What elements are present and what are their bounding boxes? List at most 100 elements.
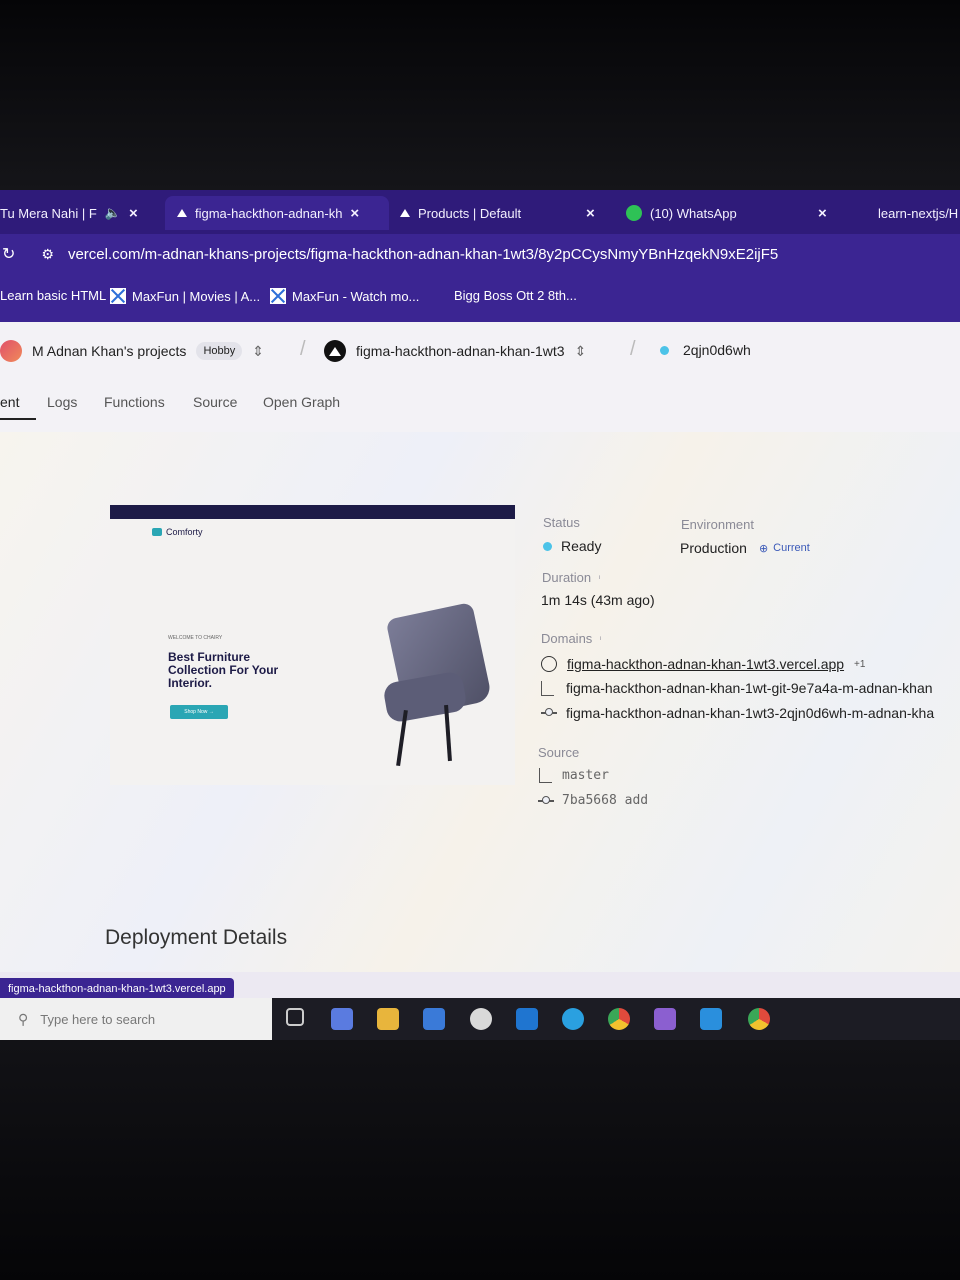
screen: Tu Mera Nahi | F 🔈 × figma-hackthon-adna… [0, 190, 960, 1040]
globe-icon [541, 656, 557, 672]
tab-functions[interactable]: Functions [104, 394, 165, 410]
copilot-icon[interactable] [331, 1008, 353, 1030]
taskbar-search[interactable]: ⚲ Type here to search [0, 998, 272, 1040]
tab-products[interactable]: Products | Default × [400, 196, 600, 230]
edge-icon[interactable] [562, 1008, 584, 1030]
bookmarks-bar: Learn basic HTML MaxFun | Movies | A... … [0, 274, 960, 322]
tab-title: learn-nextjs/H [878, 205, 959, 221]
chair-seat [382, 670, 468, 724]
branch-icon [541, 680, 554, 696]
team-name: M Adnan Khan's projects [32, 343, 187, 359]
environment-value: Production ⊕ Current [680, 540, 810, 556]
avatar [0, 340, 22, 362]
chrome-icon[interactable] [608, 1008, 630, 1030]
status-url-pill: figma-hackthon-adnan-khan-1wt3.vercel.ap… [0, 978, 234, 1000]
domain-row[interactable]: figma-hackthon-adnan-khan-1wt-git-9e7a4a… [541, 680, 960, 696]
vscode-icon[interactable] [700, 1008, 722, 1030]
tab-deployment[interactable]: ent [0, 394, 19, 410]
tab-learn-nextjs[interactable]: learn-nextjs/H [878, 196, 958, 230]
bookmark-item[interactable]: Learn basic HTML [0, 288, 106, 303]
windows-taskbar: ⚲ Type here to search [0, 998, 960, 1040]
tab-music[interactable]: Tu Mera Nahi | F 🔈 × [0, 196, 138, 230]
bookmark-label: Learn basic HTML [0, 288, 107, 303]
domain-row[interactable]: figma-hackthon-adnan-khan-1wt3-2qjn0d6wh… [541, 705, 960, 721]
bezel-bottom [0, 1040, 960, 1280]
deployment-overview: Comforty WELCOME TO CHAIRY Best Furnitur… [0, 432, 960, 972]
maxfun-icon [270, 288, 286, 304]
domains-label-text: Domains [541, 631, 593, 646]
file-explorer-icon[interactable] [377, 1008, 399, 1030]
sofa-icon [152, 528, 162, 536]
domains-more-badge[interactable]: +1 [854, 659, 865, 670]
chair-leg [444, 704, 452, 762]
app-icon[interactable] [470, 1008, 492, 1030]
commit-message: 7ba5668 add [562, 793, 649, 808]
close-icon[interactable]: × [818, 205, 827, 222]
preview-cta: Shop Now → [170, 705, 228, 719]
vercel-logo-icon [324, 340, 346, 362]
duration-label: Duration ⁱ [542, 570, 600, 585]
status-text: Ready [561, 538, 602, 554]
bookmark-item[interactable]: Bigg Boss Ott 2 8th... [454, 288, 577, 303]
close-icon[interactable]: × [129, 205, 138, 222]
reload-icon[interactable]: ↻ [2, 244, 15, 264]
source-label: Source [538, 745, 580, 760]
team-switcher[interactable]: M Adnan Khan's projects Hobby ⇕ [0, 340, 264, 362]
domain-link[interactable]: figma-hackthon-adnan-khan-1wt-git-9e7a4a… [566, 680, 933, 696]
commit-icon [541, 708, 557, 716]
domains-label: Domains ⁱ [541, 631, 602, 646]
vercel-header: M Adnan Khan's projects Hobby ⇕ / figma-… [0, 322, 960, 432]
deployment-switcher[interactable]: 2qjn0d6wh [660, 342, 751, 358]
source-branch[interactable]: master [539, 768, 609, 783]
bookmark-item[interactable]: MaxFun - Watch mo... [270, 288, 419, 304]
tab-bar: Tu Mera Nahi | F 🔈 × figma-hackthon-adna… [0, 190, 960, 234]
domain-link[interactable]: figma-hackthon-adnan-khan-1wt3-2qjn0d6wh… [566, 705, 934, 721]
tab-source[interactable]: Source [193, 394, 237, 410]
bookmark-label: Bigg Boss Ott 2 8th... [454, 288, 577, 303]
info-icon[interactable]: ⁱ [599, 574, 601, 584]
info-icon[interactable]: ⁱ [600, 635, 602, 645]
preview-topbar [110, 505, 515, 519]
branch-icon [539, 768, 552, 783]
store-icon[interactable] [423, 1008, 445, 1030]
visual-studio-icon[interactable] [654, 1008, 676, 1030]
chevron-updown-icon[interactable]: ⇕ [575, 343, 587, 360]
url-field[interactable]: vercel.com/m-adnan-khans-projects/figma-… [68, 246, 778, 263]
tab-title: (10) WhatsApp [650, 205, 737, 221]
project-switcher[interactable]: figma-hackthon-adnan-khan-1wt3 ⇕ [324, 340, 586, 362]
duration-label-text: Duration [542, 570, 592, 585]
separator: / [630, 338, 636, 360]
plan-badge: Hobby [196, 342, 243, 360]
branch-name: master [562, 768, 609, 783]
bezel-top [0, 0, 960, 190]
preview-welcome: WELCOME TO CHAIRY [168, 635, 223, 641]
search-placeholder: Type here to search [40, 1011, 156, 1027]
preview-headline: Best Furniture Collection For Your Inter… [168, 650, 279, 690]
maxfun-icon [110, 288, 126, 304]
domain-link[interactable]: figma-hackthon-adnan-khan-1wt3.vercel.ap… [567, 656, 844, 672]
search-icon: ⚲ [18, 1010, 29, 1027]
status-dot-icon [543, 541, 552, 551]
domain-row[interactable]: figma-hackthon-adnan-khan-1wt3.vercel.ap… [541, 656, 865, 672]
deployment-preview[interactable]: Comforty WELCOME TO CHAIRY Best Furnitur… [110, 505, 515, 785]
chrome-icon[interactable] [748, 1008, 770, 1030]
tab-vercel-project[interactable]: figma-hackthon-adnan-kh × [165, 196, 389, 230]
tab-logs[interactable]: Logs [47, 394, 77, 410]
tab-open-graph[interactable]: Open Graph [263, 394, 340, 410]
status-dot-icon [660, 345, 669, 355]
close-icon[interactable]: × [586, 205, 595, 222]
current-text: Current [773, 542, 810, 554]
close-icon[interactable]: × [350, 205, 359, 222]
bookmark-label: MaxFun | Movies | A... [132, 288, 261, 304]
whatsapp-icon [626, 205, 642, 221]
site-settings-icon[interactable]: ⚙ [41, 246, 54, 263]
bookmark-item[interactable]: MaxFun | Movies | A... [110, 288, 260, 304]
task-view-icon[interactable] [286, 1008, 304, 1026]
outlook-icon[interactable] [516, 1008, 538, 1030]
active-tab-underline [0, 418, 36, 420]
speaker-icon[interactable]: 🔈 [105, 205, 121, 221]
source-commit[interactable]: 7ba5668 add [538, 793, 648, 808]
deployment-id: 2qjn0d6wh [683, 342, 751, 358]
chevron-updown-icon[interactable]: ⇕ [252, 343, 264, 360]
tab-whatsapp[interactable]: (10) WhatsApp × [626, 196, 831, 230]
